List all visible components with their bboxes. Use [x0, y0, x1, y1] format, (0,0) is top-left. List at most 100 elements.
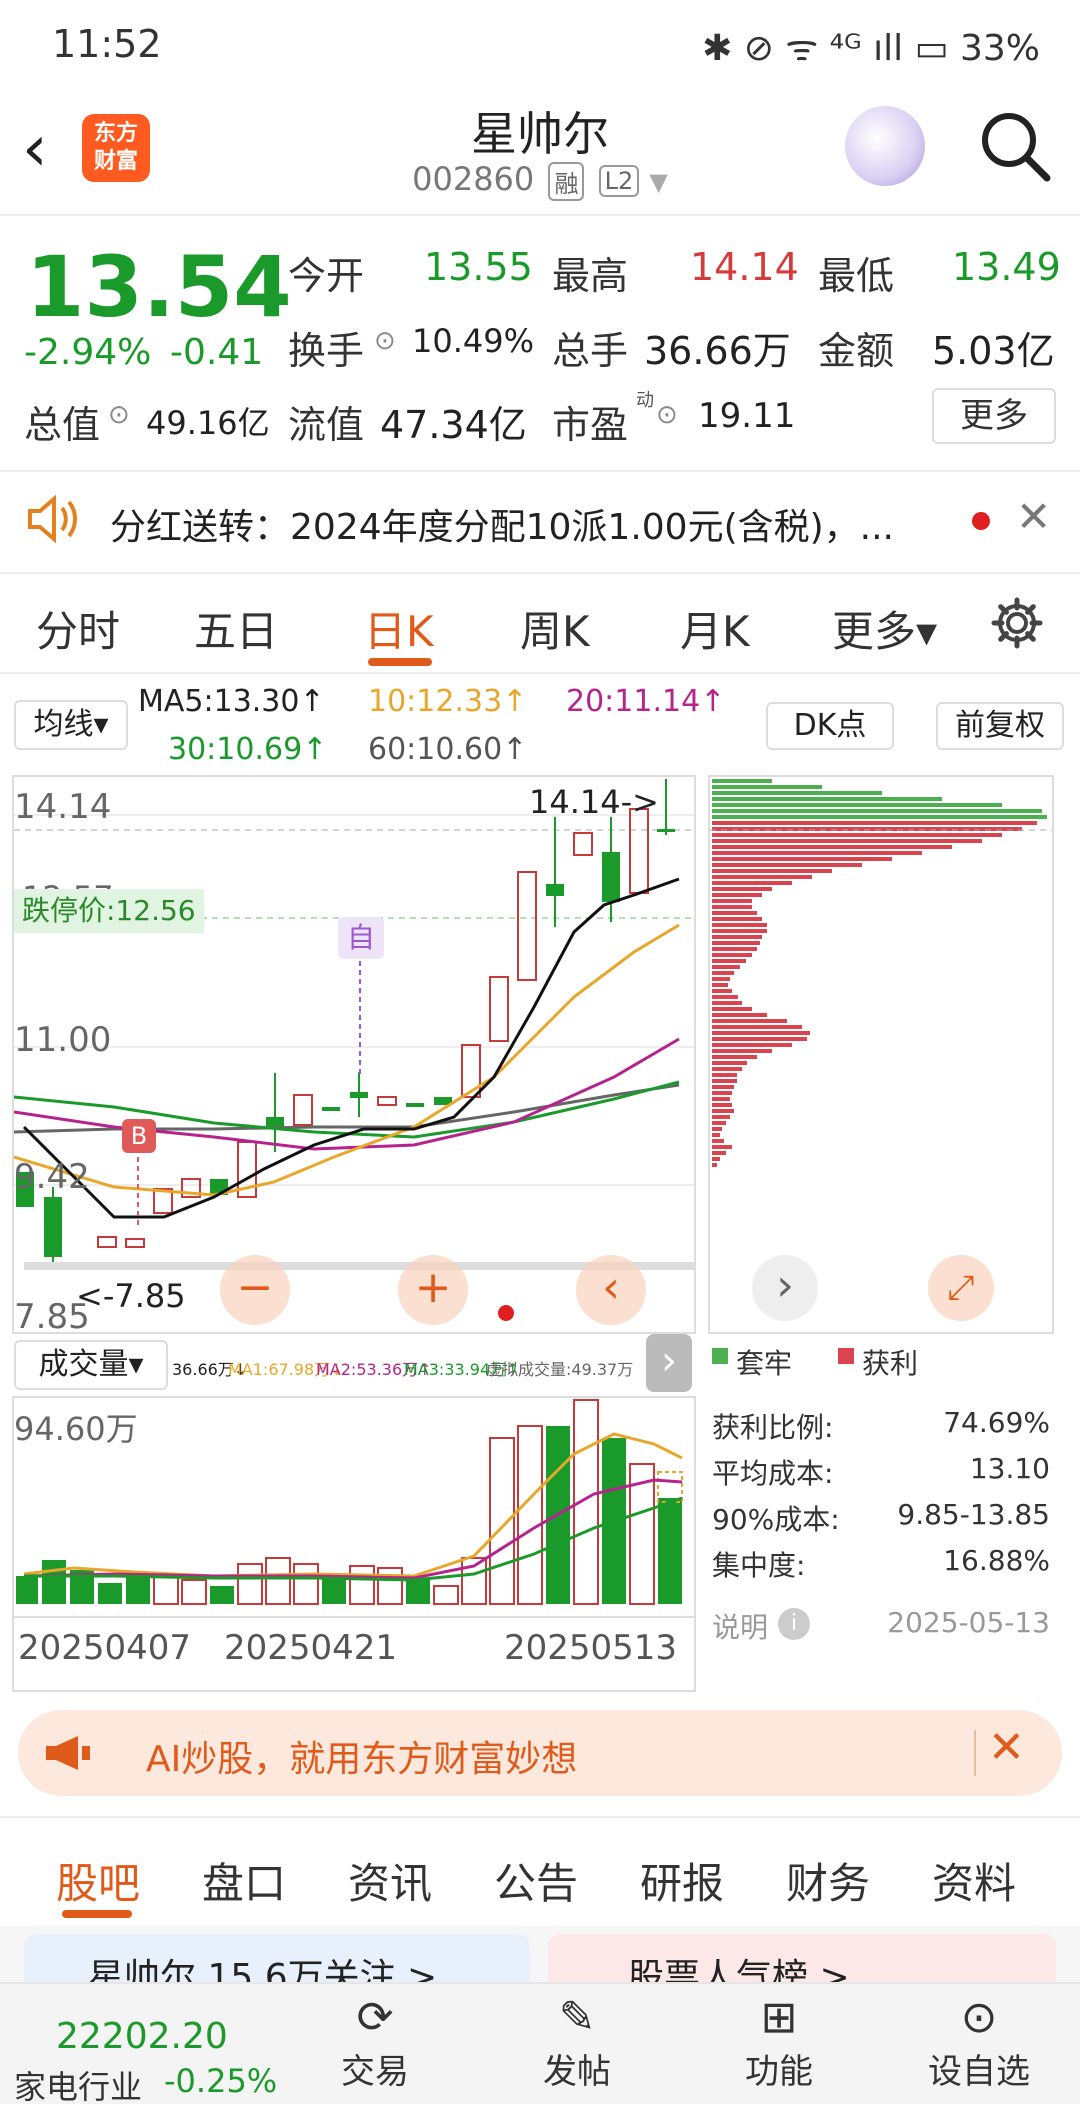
- self-select-badge: 自: [338, 917, 384, 959]
- adjust-button[interactable]: 前复权: [936, 702, 1064, 750]
- high-label: 最高: [552, 254, 629, 298]
- float-value: 47.34亿: [380, 403, 527, 447]
- low-marker: <-7.85: [76, 1277, 186, 1315]
- zoom-out-button[interactable]: −: [220, 1255, 290, 1325]
- turnover-label: 换手: [288, 329, 365, 373]
- dividend-notice[interactable]: 分红送转：2024年度分配10派1.00元(含税)，... ✕: [0, 470, 1080, 574]
- chip-row-label: 平均成本:: [712, 1457, 834, 1490]
- active-tab-indicator: [368, 658, 432, 666]
- amount-value: 5.03亿: [932, 329, 1055, 373]
- info-icon[interactable]: i: [778, 1608, 810, 1640]
- divider: [974, 1730, 976, 1776]
- nav-functions[interactable]: ⊞ 功能: [704, 1992, 854, 2093]
- close-icon[interactable]: ✕: [988, 1722, 1025, 1773]
- bottom-nav: 22202.20 家电行业 -0.25% ⟳ 交易 ✎ 发帖 ⊞ 功能 ⊙ 设自…: [0, 1982, 1080, 2106]
- tab-daily-k[interactable]: 日K: [364, 598, 434, 659]
- status-time: 11:52: [52, 22, 162, 66]
- chip-row-value: 16.88%: [943, 1544, 1050, 1577]
- tab-weekly-k[interactable]: 周K: [520, 598, 590, 659]
- notice-text: 分红送转：2024年度分配10派1.00元(含税)，...: [110, 507, 895, 548]
- scroll-left-button[interactable]: ‹: [576, 1255, 646, 1325]
- tab-pankou[interactable]: 盘口: [202, 1850, 286, 1911]
- pe-dynamic-sup: 动: [636, 390, 654, 411]
- mktcap-value: 49.16亿: [146, 404, 270, 442]
- period-tabs: 分时 五日 日K 周K 月K 更多▾: [0, 572, 1080, 674]
- info-icon[interactable]: ⊙: [374, 326, 396, 356]
- tab-profile[interactable]: 资料: [932, 1850, 1016, 1911]
- tab-research[interactable]: 研报: [640, 1850, 724, 1911]
- scroll-right-button[interactable]: ›: [752, 1255, 818, 1321]
- sector-name[interactable]: 家电行业: [14, 2062, 142, 2108]
- volume-label: 总手: [552, 329, 629, 373]
- date-label-1: 20250407: [18, 1628, 192, 1668]
- ma10-line: [14, 923, 680, 1197]
- ma20-value: 20:11.14↑: [566, 684, 726, 719]
- ma10-value: 10:12.33↑: [368, 684, 528, 719]
- grid-icon: ⊞: [760, 1992, 798, 2043]
- virtual-volume: 虚拟成交量:49.37万: [486, 1360, 634, 1379]
- info-icon[interactable]: ⊙: [656, 400, 678, 430]
- nav-trade[interactable]: ⟳ 交易: [300, 1992, 450, 2093]
- volume-selector[interactable]: 成交量▾: [14, 1340, 168, 1390]
- open-label: 今开: [288, 254, 365, 298]
- stock-code: 002860: [412, 160, 535, 198]
- red-dot: [498, 1305, 514, 1321]
- tab-five-day[interactable]: 五日: [194, 598, 278, 659]
- chip-row-label: 获利比例:: [712, 1411, 834, 1444]
- chip-row-value: 9.85-13.85: [897, 1498, 1050, 1531]
- date-label-3: 20250513: [504, 1628, 678, 1668]
- robot-avatar-icon[interactable]: [845, 106, 925, 186]
- explain-link[interactable]: 说明: [712, 1606, 768, 1646]
- chip-row-value: 13.10: [969, 1452, 1050, 1485]
- tab-more[interactable]: 更多▾: [832, 598, 937, 659]
- mktcap-label: 总值: [24, 403, 101, 447]
- margin-tag: 融: [548, 161, 585, 201]
- stock-header: ‹ 东方 财富 星帅尔 002860 融 L2 ▼: [0, 84, 1080, 216]
- turnover-value: 10.49%: [412, 322, 535, 360]
- nav-post[interactable]: ✎ 发帖: [502, 1992, 652, 2093]
- volume-value: 36.66万: [644, 329, 791, 373]
- kline-chart[interactable]: 14.14 12.57 跌停价:12.56 11.00 9.42 7.85 14…: [12, 775, 696, 1337]
- unread-dot: [972, 512, 990, 530]
- dropdown-icon[interactable]: ▼: [649, 168, 667, 196]
- price-change: -0.41: [170, 332, 264, 373]
- status-bar: 11:52 ✱ ⊘ ᯤ ⁴ᴳ ıll ▭ 33%: [0, 0, 1080, 84]
- close-icon[interactable]: ✕: [1016, 492, 1051, 541]
- tab-announcements[interactable]: 公告: [494, 1850, 578, 1911]
- expand-right-icon[interactable]: ›: [646, 1334, 692, 1392]
- l2-tag: L2: [598, 165, 640, 197]
- sector-pct: -0.25%: [164, 2062, 278, 2100]
- volume-chart[interactable]: 94.60万 20250407 20250421 20250513: [12, 1396, 696, 1692]
- more-button[interactable]: 更多: [932, 388, 1056, 444]
- chip-distribution[interactable]: › ⤢: [708, 775, 1054, 1334]
- high-marker: 14.14->: [529, 783, 659, 821]
- search-icon[interactable]: [975, 106, 1055, 186]
- megaphone-icon: [42, 1732, 94, 1778]
- ai-promo-bar[interactable]: AI炒股，就用东方财富妙想 ✕: [18, 1710, 1062, 1796]
- dk-point-button[interactable]: DK点: [766, 702, 894, 750]
- indicator-selector[interactable]: 均线▾: [14, 700, 128, 750]
- speaker-icon: [24, 494, 80, 548]
- tab-minute[interactable]: 分时: [36, 598, 120, 659]
- open-value: 13.55: [424, 245, 533, 289]
- sector-index-value[interactable]: 22202.20: [56, 2016, 228, 2057]
- expand-icon[interactable]: ⤢: [928, 1255, 994, 1321]
- high-value: 14.14: [690, 245, 799, 289]
- tab-news[interactable]: 资讯: [348, 1850, 432, 1911]
- nav-watchlist[interactable]: ⊙ 设自选: [904, 1992, 1054, 2093]
- info-icon[interactable]: ⊙: [108, 400, 130, 430]
- peek-cards: 星帅尔 15.6万关注 > 股票人气榜 >: [0, 1926, 1080, 1994]
- edit-icon: ✎: [558, 1992, 596, 2043]
- gear-icon[interactable]: [990, 596, 1044, 654]
- zoom-in-button[interactable]: +: [398, 1255, 468, 1325]
- nav-post-label: 发帖: [543, 2052, 611, 2092]
- price-change-pct: -2.94%: [24, 332, 152, 373]
- tab-monthly-k[interactable]: 月K: [680, 598, 750, 659]
- tab-guba[interactable]: 股吧: [56, 1850, 140, 1911]
- tab-finance[interactable]: 财务: [786, 1850, 870, 1911]
- ma5-value: MA5:13.30↑: [138, 684, 325, 719]
- pe-value: 19.11: [698, 396, 796, 436]
- profit-legend: 获利: [862, 1347, 919, 1380]
- chip-row-label: 集中度:: [712, 1549, 806, 1582]
- chip-row-value: 74.69%: [943, 1406, 1050, 1439]
